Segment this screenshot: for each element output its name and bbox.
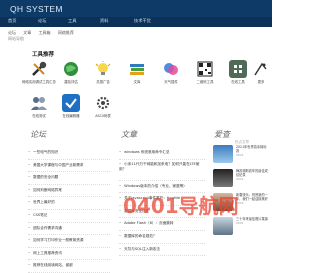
subheading: 网站导航 <box>8 36 24 41</box>
tool-label: 文库 <box>133 80 141 84</box>
tool-item[interactable]: 灵感广告 <box>86 60 120 84</box>
list-item[interactable]: 团队合作需求沟通 <box>28 223 110 236</box>
tool-item[interactable]: 在线编辑器 <box>54 94 88 118</box>
list-item[interactable]: 数据的安全问题 <box>28 172 110 185</box>
breadcrumb-item[interactable]: 网络推荐 <box>58 30 74 35</box>
tool-label: 建站评估 <box>64 80 78 84</box>
qrcode-icon <box>196 60 214 78</box>
list-item[interactable]: 世界上最好的 <box>28 197 110 210</box>
tool-label: 天气插件 <box>164 80 178 84</box>
list-item[interactable]: Adobe Flash（8）：页面跳转 <box>119 218 205 231</box>
tool-item[interactable]: 更多 <box>250 60 272 84</box>
tool-label: 灵感广告 <box>96 80 110 84</box>
tool-label: ASCII码表 <box>95 114 111 118</box>
tool-label: 二维码工具 <box>196 80 214 84</box>
hot-item-title: 梅赛德斯赛车的最佳成绩纪录 <box>236 169 268 178</box>
tool-item[interactable]: 文库 <box>120 60 154 84</box>
list-item[interactable]: windows 系统常用命令汇总 <box>119 147 205 160</box>
list-item[interactable]: 如何学习打印作业一般教育资源 <box>28 235 110 248</box>
breadcrumb-item[interactable]: 文章 <box>23 30 31 35</box>
chat-icon <box>162 60 180 78</box>
tool-item[interactable]: 网络实用调试工具汇总 <box>22 60 56 84</box>
tool-item[interactable]: 二维码工具 <box>188 60 222 84</box>
forum-list: 一些电气的知识 美国大学课程与中国产业新需求 数据的安全问题 如何判断网络异常 … <box>28 147 110 273</box>
hot-column-title: 爱查 <box>214 130 230 139</box>
list-item[interactable]: 小米11代万千网能和加来电？如何只能在LTE使用？ <box>119 160 205 181</box>
nav-item-tech[interactable]: 技术干货 <box>134 18 151 24</box>
people-icon <box>30 94 48 112</box>
tools-section-title: 工具推荐 <box>32 52 55 58</box>
hot-item-title: 新春快乐，祝贺新的一年，我们一起迎接美好 <box>236 193 268 202</box>
list-item[interactable]: 一些电气的知识 <box>28 147 110 160</box>
list-item[interactable]: 网上工具推荐资讯 <box>28 248 110 261</box>
breadcrumb-item[interactable]: 论坛 <box>8 30 16 35</box>
tool-label: 网络实用调试工具汇总 <box>22 80 56 84</box>
breadcrumb-item[interactable]: 工具箱 <box>39 30 51 35</box>
site-logo[interactable]: QH SYSTEM <box>10 4 63 14</box>
bulb-icon <box>94 60 112 78</box>
hot-item-meta: 2021 <box>236 153 244 158</box>
nav-item-forum[interactable]: 论坛 <box>38 18 46 24</box>
list-item[interactable]: 如何判断网络异常 <box>28 185 110 198</box>
list-item[interactable]: 天坑与SQL注入新攻击 <box>119 244 205 257</box>
hot-item-meta: 2021 <box>236 201 244 206</box>
hot-item-meta: 2021 <box>236 221 244 226</box>
tool-item[interactable]: 建站评估 <box>54 60 88 84</box>
list-item[interactable]: 推荐在线阅读网站，谢谢 <box>28 260 110 273</box>
list-item[interactable]: 梅赛德斯赛车的最佳成绩纪录 2021 <box>213 169 268 190</box>
list-item[interactable]: 2021年世界游泳锦标赛 2021 <box>213 145 268 166</box>
tool-label: 在线编辑器 <box>62 114 80 118</box>
tool-label: 在线测试 <box>32 114 46 118</box>
thumbnail-image <box>213 169 233 187</box>
tool-item[interactable]: 天气插件 <box>154 60 188 84</box>
nav-item-home[interactable]: 首页 <box>8 18 16 24</box>
list-item[interactable]: 美国大学课程与中国产业新需求 <box>28 160 110 173</box>
tool-item[interactable]: ASCII码表 <box>86 94 120 118</box>
more-icon <box>252 60 270 78</box>
nav-item-tools[interactable]: 工具 <box>68 18 76 24</box>
hot-item-meta: 2021 <box>236 177 244 182</box>
list-item[interactable]: 数据库的命名规范？ <box>119 231 205 244</box>
main-nav: 首页 论坛 工具 资料 技术干货 <box>0 17 272 27</box>
check-icon <box>62 94 80 112</box>
list-item[interactable]: CSS笔记 <box>28 210 110 223</box>
forum-column-title: 论坛 <box>30 130 46 139</box>
article-column-title: 文章 <box>121 130 137 139</box>
hot-item-title: 2021年世界游泳锦标赛 <box>236 145 267 154</box>
watermark-text: 0401导航网 <box>123 194 239 218</box>
thumbnail-image <box>213 145 233 163</box>
thumbnail-image <box>213 217 233 235</box>
top-header: QH SYSTEM 首页 论坛 工具 资料 技术干货 <box>0 0 272 27</box>
tool-item[interactable]: 在线测试 <box>22 94 56 118</box>
nav-item-docs[interactable]: 资料 <box>100 18 108 24</box>
list-item[interactable]: 三十年来最佳照片集锦 2021 <box>213 217 268 238</box>
app-icon <box>229 60 247 78</box>
earth-icon <box>62 60 80 78</box>
wrench-icon <box>30 60 48 78</box>
books-icon <box>128 60 146 78</box>
gear-icon <box>94 94 112 112</box>
tool-label: 更多 <box>257 80 265 84</box>
